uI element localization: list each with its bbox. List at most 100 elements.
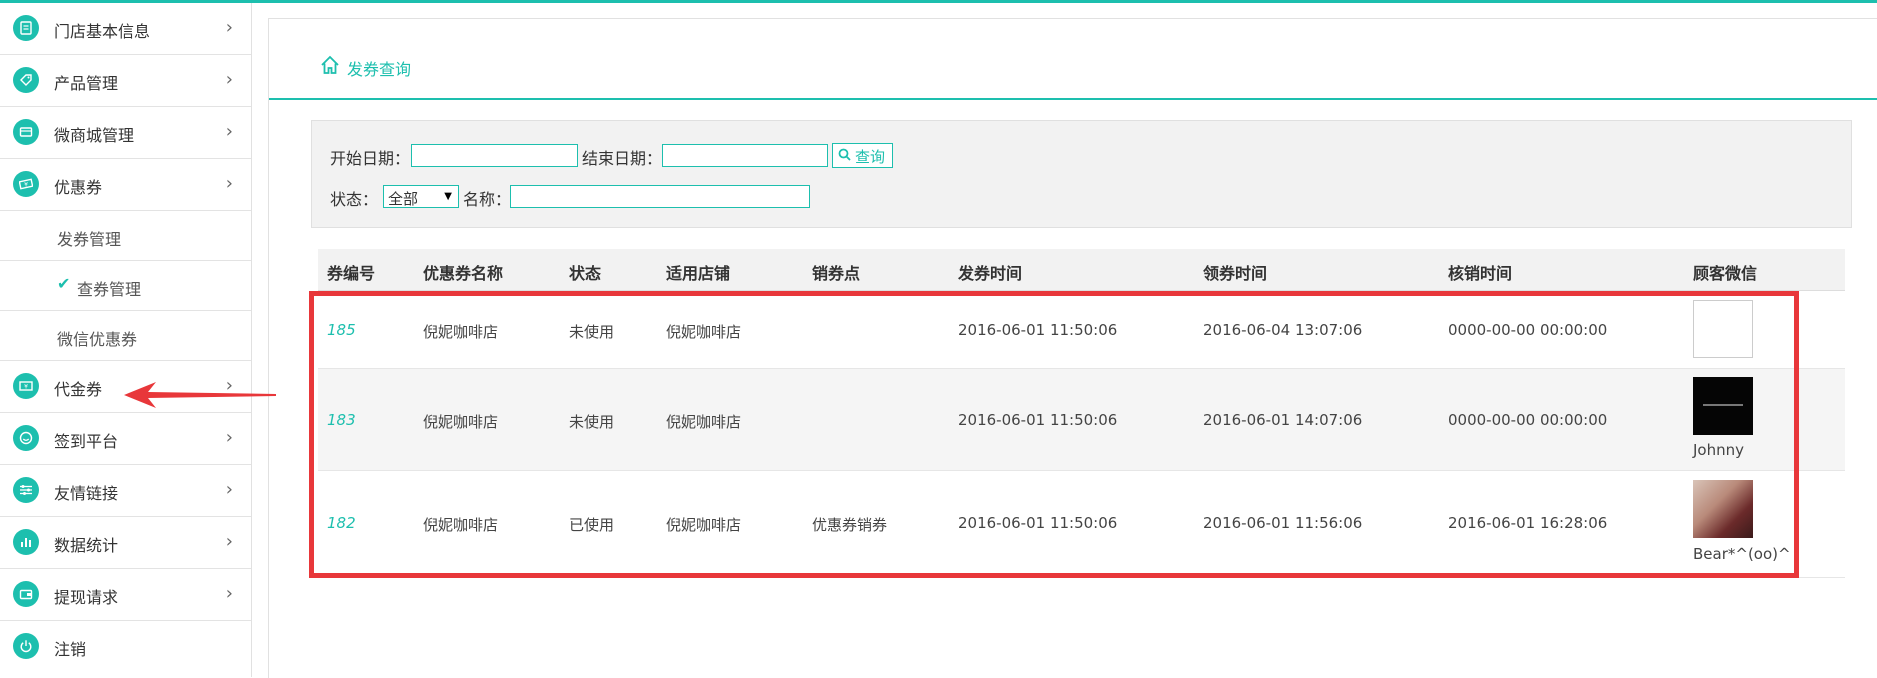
sidebar-item-withdraw[interactable]: 提现请求 ›: [0, 569, 251, 621]
chevron-right-icon: ›: [225, 427, 233, 448]
table-row: 182 倪妮咖啡店 已使用 倪妮咖啡店 优惠券销券 2016-06-01 11:…: [318, 471, 1845, 578]
search-icon: [838, 148, 851, 161]
chevron-right-icon: ›: [225, 17, 233, 38]
header-divider: [269, 98, 1877, 100]
sidebar-item-label: 产品管理: [54, 74, 119, 93]
coupon-name: 倪妮咖啡店: [423, 516, 499, 534]
coupon-shop: 倪妮咖啡店: [666, 413, 742, 431]
sidebar-item-label: 优惠券: [54, 178, 103, 197]
column-header: 核销时间: [1448, 264, 1513, 283]
start-date-input[interactable]: [411, 144, 578, 167]
chevron-right-icon: ›: [225, 173, 233, 194]
received-time: 2016-06-01 14:07:06: [1203, 411, 1363, 429]
name-input[interactable]: [510, 185, 810, 208]
sliders-icon: [13, 477, 39, 503]
sub-item-label: 发券管理: [57, 230, 122, 249]
chevron-right-icon: ›: [225, 69, 233, 90]
verified-time: 0000-00-00 00:00:00: [1448, 411, 1608, 429]
issued-time: 2016-06-01 11:50:06: [958, 514, 1118, 532]
sidebar-item-label: 代金券: [54, 380, 103, 399]
sidebar-item-label: 签到平台: [54, 432, 119, 451]
home-icon: [321, 55, 339, 74]
sidebar-item-logout[interactable]: 注销: [0, 621, 251, 673]
voucher-icon: ¥: [13, 373, 39, 399]
search-button-label: 查询: [855, 148, 886, 166]
column-header: 销券点: [812, 264, 861, 283]
avatar: [1693, 377, 1753, 435]
table-header: 券编号 优惠券名称 状态 适用店铺 销券点 发券时间 领券时间 核销时间 顾客微…: [318, 249, 1845, 291]
sidebar-item-coupon[interactable]: ¥ 优惠券 ›: [0, 159, 251, 211]
coupon-icon: ¥: [13, 171, 39, 197]
sub-item-label: 微信优惠券: [57, 330, 138, 349]
chevron-right-icon: ›: [225, 583, 233, 604]
column-header: 券编号: [327, 264, 376, 283]
column-header: 发券时间: [958, 264, 1023, 283]
check-icon: ✔: [57, 274, 71, 293]
column-header: 状态: [569, 264, 602, 283]
sidebar-item-label: 友情链接: [54, 484, 119, 503]
wechat-name: Bear*^(oo)^: [1693, 545, 1791, 563]
coupon-name: 倪妮咖啡店: [423, 413, 499, 431]
sidebar-item-label: 数据统计: [54, 536, 119, 555]
name-label: 名称：: [463, 190, 512, 209]
coupon-status: 未使用: [569, 323, 615, 341]
table-row: 183 倪妮咖啡店 未使用 倪妮咖啡店 2016-06-01 11:50:06 …: [318, 369, 1845, 471]
chevron-right-icon: ›: [225, 479, 233, 500]
tag-icon: [13, 67, 39, 93]
end-date-input[interactable]: [662, 144, 828, 167]
sidebar-item-checkin[interactable]: 签到平台 ›: [0, 413, 251, 465]
received-time: 2016-06-01 11:56:06: [1203, 514, 1363, 532]
chevron-right-icon: ›: [225, 121, 233, 142]
received-time: 2016-06-04 13:07:06: [1203, 321, 1363, 339]
verified-time: 2016-06-01 16:28:06: [1448, 514, 1608, 532]
coupon-id-link[interactable]: 182: [327, 514, 356, 532]
sidebar-item-label: 注销: [54, 640, 87, 659]
sub-item-check-coupon[interactable]: ✔ 查券管理: [0, 261, 251, 311]
top-accent-line: [0, 0, 1877, 3]
avatar: [1693, 300, 1753, 358]
issued-time: 2016-06-01 11:50:06: [958, 321, 1118, 339]
svg-text:¥: ¥: [24, 384, 28, 391]
chevron-right-icon: ›: [225, 531, 233, 552]
coupon-status: 已使用: [569, 516, 615, 534]
coupon-name: 倪妮咖啡店: [423, 323, 499, 341]
filter-panel: 开始日期： 结束日期： 查询 状态： 全部 ▼ 名称：: [311, 120, 1852, 228]
sidebar-item-store-info[interactable]: 门店基本信息 ›: [0, 3, 251, 55]
column-header: 顾客微信: [1693, 264, 1758, 283]
column-header: 领券时间: [1203, 264, 1268, 283]
sub-item-wechat-coupon[interactable]: 微信优惠券: [0, 311, 251, 361]
end-date-label: 结束日期：: [582, 149, 663, 168]
bar-chart-icon: [13, 529, 39, 555]
column-header: 适用店铺: [666, 264, 731, 283]
sub-item-issue-coupon[interactable]: 发券管理: [0, 211, 251, 261]
coupon-id-link[interactable]: 183: [327, 411, 356, 429]
avatar: [1693, 480, 1753, 538]
sidebar-item-label: 微商城管理: [54, 126, 135, 145]
sidebar: 门店基本信息 › 产品管理 › 微商城管理 › ¥ 优惠券 › 发券管理 ✔ 查…: [0, 3, 252, 677]
sidebar-item-statistics[interactable]: 数据统计 ›: [0, 517, 251, 569]
sub-item-label: 查券管理: [77, 280, 142, 299]
wallet-icon: [13, 581, 39, 607]
coupon-shop: 倪妮咖啡店: [666, 516, 742, 534]
power-icon: [13, 633, 39, 659]
dropdown-arrow-icon: ▼: [444, 191, 452, 202]
column-header: 优惠券名称: [423, 264, 504, 283]
sidebar-item-links[interactable]: 友情链接 ›: [0, 465, 251, 517]
coupon-shop: 倪妮咖啡店: [666, 323, 742, 341]
verified-time: 0000-00-00 00:00:00: [1448, 321, 1608, 339]
coupon-point: 优惠券销券: [812, 516, 888, 534]
breadcrumb-label: 发券查询: [347, 60, 412, 79]
start-date-label: 开始日期：: [330, 149, 411, 168]
smile-icon: [13, 425, 39, 451]
coupon-id-link[interactable]: 185: [327, 321, 356, 339]
wechat-name: Johnny: [1693, 441, 1744, 459]
sidebar-item-label: 门店基本信息: [54, 22, 151, 41]
store-info-icon: [13, 15, 39, 41]
issued-time: 2016-06-01 11:50:06: [958, 411, 1118, 429]
sidebar-item-products[interactable]: 产品管理 ›: [0, 55, 251, 107]
search-button[interactable]: 查询: [832, 143, 893, 168]
status-select[interactable]: 全部 ▼: [383, 185, 459, 208]
shop-icon: [13, 119, 39, 145]
sidebar-item-mall[interactable]: 微商城管理 ›: [0, 107, 251, 159]
coupon-status: 未使用: [569, 413, 615, 431]
